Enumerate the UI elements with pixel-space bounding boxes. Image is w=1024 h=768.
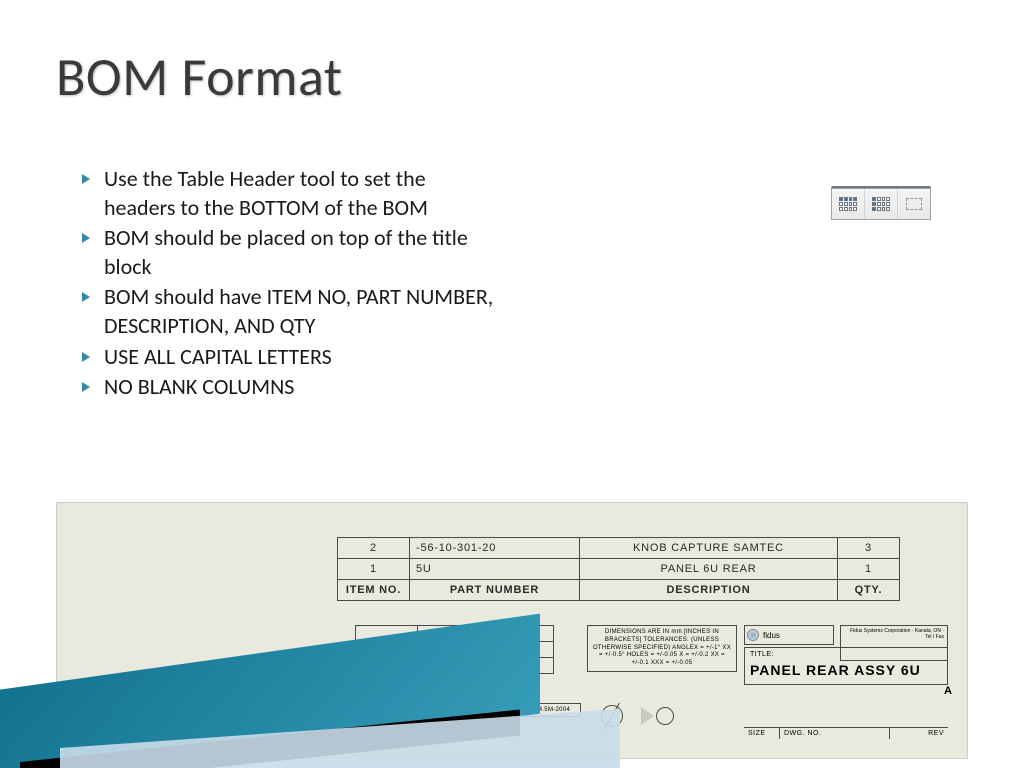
- bullet-text: BOM should have ITEM NO, PART NUMBER, DE…: [104, 283, 502, 340]
- table-header-top-icon: [839, 197, 857, 211]
- tolerances-box: DIMENSIONS ARE IN mm [INCHES IN BRACKETS…: [587, 625, 737, 672]
- table-header-top-button[interactable]: [832, 189, 865, 219]
- table-header-toolbar: [831, 188, 931, 220]
- list-item: USE ALL CAPITAL LETTERS: [82, 343, 502, 372]
- cell-desc: PANEL 6U REAR: [580, 559, 838, 580]
- zone-letter: A: [944, 685, 952, 697]
- bullet-icon: [82, 292, 90, 302]
- cell-pn: -56-10-301-20: [410, 538, 580, 559]
- fidus-logo-icon: [747, 629, 759, 641]
- bullet-list: Use the Table Header tool to set the hea…: [82, 165, 502, 404]
- slide-title: BOM Format: [56, 44, 342, 110]
- table-header-side-icon: [872, 197, 890, 211]
- cell-item: 1: [338, 559, 410, 580]
- dwg-label: DWG. NO.: [780, 728, 890, 739]
- table-row: 1 5U PANEL 6U REAR 1: [338, 559, 900, 580]
- rev-label: REV: [890, 728, 948, 739]
- bullet-text: BOM should be placed on top of the title…: [104, 224, 502, 281]
- bullet-text: NO BLANK COLUMNS: [104, 373, 294, 402]
- bullet-icon: [82, 174, 90, 184]
- list-item: BOM should have ITEM NO, PART NUMBER, DE…: [82, 283, 502, 340]
- hdr-qty: QTY.: [838, 580, 900, 601]
- title-label: TITLE:: [750, 651, 942, 658]
- table-outline-button[interactable]: [898, 189, 930, 219]
- cell-qty: 3: [838, 538, 900, 559]
- bullet-icon: [82, 352, 90, 362]
- bullet-text: Use the Table Header tool to set the hea…: [104, 165, 502, 222]
- company-name: fidus: [763, 631, 780, 640]
- title-value: PANEL REAR ASSY 6U: [750, 662, 942, 678]
- table-header-row: ITEM NO. PART NUMBER DESCRIPTION QTY.: [338, 580, 900, 601]
- list-item: Use the Table Header tool to set the hea…: [82, 165, 502, 222]
- table-header-side-button[interactable]: [865, 189, 898, 219]
- projection-icon: [641, 705, 674, 727]
- cell-item: 2: [338, 538, 410, 559]
- drawing-title-box: TITLE: PANEL REAR ASSY 6U: [744, 647, 948, 685]
- list-item: BOM should be placed on top of the title…: [82, 224, 502, 281]
- bom-table: 2 -56-10-301-20 KNOB CAPTURE SAMTEC 3 1 …: [337, 537, 900, 601]
- table-row: 2 -56-10-301-20 KNOB CAPTURE SAMTEC 3: [338, 538, 900, 559]
- slide: BOM Format Use the Table Header tool to …: [0, 0, 1024, 768]
- bullet-icon: [82, 382, 90, 392]
- slide-decoration: [0, 638, 540, 768]
- cell-pn: 5U: [410, 559, 580, 580]
- company-logo-box: fidus: [744, 625, 834, 645]
- table-outline-icon: [906, 198, 922, 210]
- bullet-text: USE ALL CAPITAL LETTERS: [104, 343, 332, 372]
- hdr-desc: DESCRIPTION: [580, 580, 838, 601]
- size-label: SIZE: [744, 728, 780, 739]
- size-dwg-rev-row: SIZE DWG. NO. REV: [744, 727, 948, 739]
- hdr-pn: PART NUMBER: [410, 580, 580, 601]
- hdr-item: ITEM NO.: [338, 580, 410, 601]
- list-item: NO BLANK COLUMNS: [82, 373, 502, 402]
- cell-qty: 1: [838, 559, 900, 580]
- cell-desc: KNOB CAPTURE SAMTEC: [580, 538, 838, 559]
- bullet-icon: [82, 233, 90, 243]
